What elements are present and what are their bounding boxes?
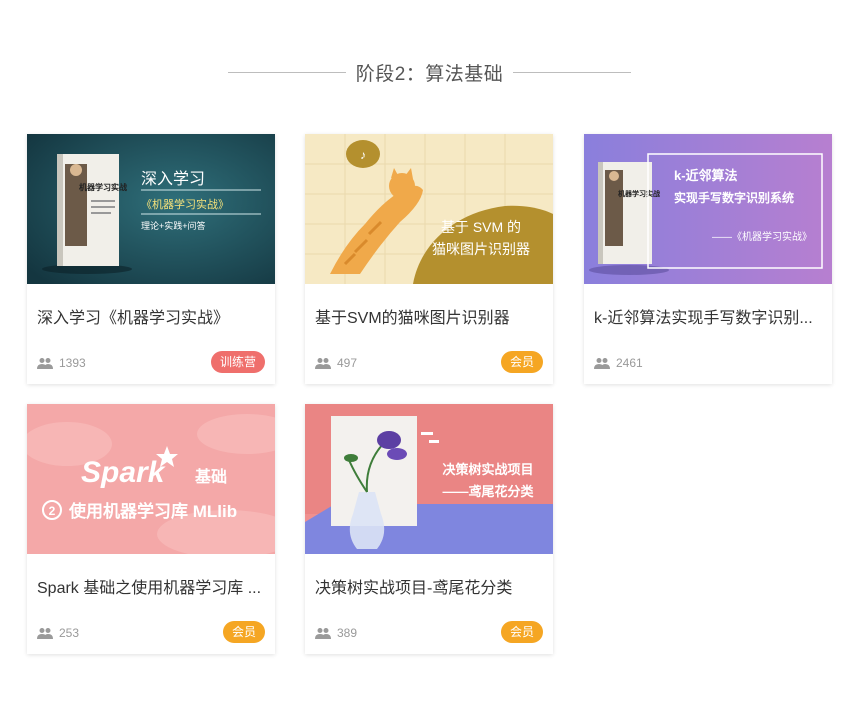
thumb-line3: ——《机器学习实战》: [712, 230, 812, 243]
student-count: 1393: [37, 356, 86, 370]
book-title: 机器学习实战: [618, 189, 660, 198]
student-count: 497: [315, 356, 357, 370]
course-card-5[interactable]: 决策树实战项目 ——鸢尾花分类 决策树实战项目-鸢尾花分类 389 会员: [305, 404, 553, 654]
users-icon: [594, 358, 610, 369]
badge-training-camp: 训练营: [210, 351, 265, 373]
badge-member: 会员: [222, 621, 265, 643]
users-icon: [315, 628, 331, 639]
thumb-brand: Spark: [81, 456, 166, 489]
thumb-tagline: 理论+实践+问答: [141, 220, 206, 231]
course-card-4[interactable]: Spark 基础 2 使用机器学习库 MLlib Spark 基础之使用机器学习…: [27, 404, 275, 654]
thumb-line1: 基于 SVM 的: [441, 219, 521, 235]
course-thumbnail[interactable]: ♪ 基于 SVM 的 猫咪图片识别器: [305, 134, 553, 284]
badge-member: 会员: [500, 351, 543, 373]
course-title[interactable]: 决策树实战项目-鸢尾花分类: [315, 574, 543, 598]
course-thumbnail[interactable]: 机器学习实战 深入学习 《机器学习实战》 理论+实践+问答: [27, 134, 275, 284]
book-title: 机器学习实战: [79, 182, 127, 192]
section-divider-right: [513, 71, 632, 73]
course-card-1[interactable]: 机器学习实战 深入学习 《机器学习实战》 理论+实践+问答 深入学习《机器学习实…: [27, 134, 275, 384]
course-card-3[interactable]: 机器学习实战 k-近邻算法 实现手写数字识别系统 ——《机器学习实战》 k-近邻…: [584, 134, 832, 384]
course-title[interactable]: k-近邻算法实现手写数字识别...: [594, 304, 822, 328]
course-card-2[interactable]: ♪ 基于 SVM 的 猫咪图片识别器 基于SVM的猫咪图片识别器 497 会员: [305, 134, 553, 384]
badge-member: 会员: [500, 621, 543, 643]
thumb-suffix: 基础: [194, 467, 227, 486]
course-thumbnail[interactable]: Spark 基础 2 使用机器学习库 MLlib: [27, 404, 275, 554]
section-title: 阶段2：算法基础: [355, 63, 504, 85]
course-title[interactable]: 深入学习《机器学习实战》: [37, 304, 265, 328]
course-title[interactable]: 基于SVM的猫咪图片识别器: [315, 304, 543, 328]
users-icon: [37, 358, 53, 369]
student-count-value: 253: [59, 626, 80, 640]
thumb-subtitle: 《机器学习实战》: [141, 197, 229, 211]
thumb-line2: 实现手写数字识别系统: [674, 190, 794, 205]
thumb-line2: 猫咪图片识别器: [432, 241, 530, 257]
course-thumbnail[interactable]: 决策树实战项目 ——鸢尾花分类: [305, 404, 553, 554]
student-count-value: 1393: [59, 356, 86, 370]
thumb-line1: k-近邻算法: [674, 168, 738, 183]
student-count-value: 497: [337, 356, 358, 370]
users-icon: [37, 628, 53, 639]
thumb-line1: 决策树实战项目: [442, 462, 533, 477]
student-count: 389: [315, 626, 357, 640]
svg-text:♪: ♪: [360, 148, 366, 162]
section-divider-left: [227, 71, 346, 73]
course-thumbnail[interactable]: 机器学习实战 k-近邻算法 实现手写数字识别系统 ——《机器学习实战》: [584, 134, 832, 284]
student-count-value: 2461: [616, 356, 643, 370]
thumb-number: 2: [49, 504, 56, 518]
users-icon: [315, 358, 331, 369]
thumb-line2: ——鸢尾花分类: [442, 484, 534, 499]
student-count: 253: [37, 626, 79, 640]
course-title[interactable]: Spark 基础之使用机器学习库 ...: [37, 574, 265, 598]
thumb-line2: 使用机器学习库 MLlib: [68, 501, 237, 521]
student-count: 2461: [594, 356, 643, 370]
section-header: 阶段2：算法基础: [0, 58, 859, 86]
thumb-heading: 深入学习: [141, 170, 205, 188]
student-count-value: 389: [337, 626, 358, 640]
